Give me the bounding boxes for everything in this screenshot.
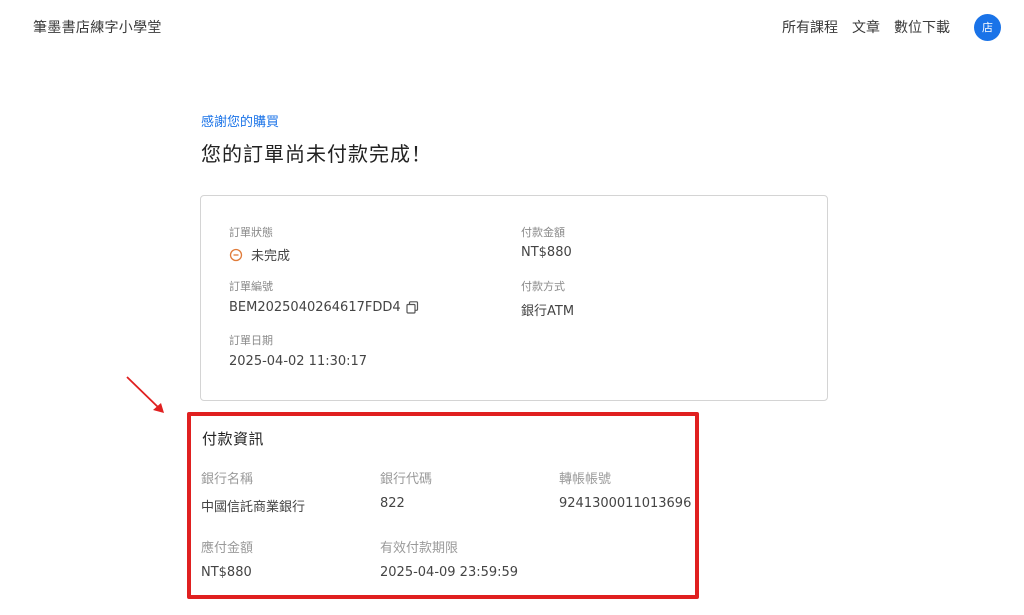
nav-digital-downloads[interactable]: 數位下載 xyxy=(894,17,950,37)
order-status-text: 未完成 xyxy=(251,249,291,264)
brand-logo-text[interactable]: 筆墨書店練字小學堂 xyxy=(33,17,162,37)
order-status-label: 訂單狀態 xyxy=(229,226,273,239)
due-amount-value: NT$880 xyxy=(201,565,252,580)
order-date-label: 訂單日期 xyxy=(229,334,273,347)
order-number-text: BEM2025040264617FDD4 xyxy=(229,300,401,315)
order-date-value: 2025-04-02 11:30:17 xyxy=(229,354,368,369)
order-number-label: 訂單編號 xyxy=(229,280,273,293)
order-summary-card xyxy=(200,195,828,401)
payment-amount-label: 付款金額 xyxy=(521,226,565,239)
due-amount-label: 應付金額 xyxy=(201,541,254,556)
account-number-value: 9241300011013696 xyxy=(559,496,692,511)
bank-code-value: 822 xyxy=(380,496,405,511)
payment-amount-value: NT$880 xyxy=(521,245,572,260)
bank-name-label: 銀行名稱 xyxy=(201,472,254,487)
minus-circle-icon xyxy=(229,248,243,261)
payment-deadline-label: 有效付款期限 xyxy=(380,541,459,556)
bank-name-value: 中國信託商業銀行 xyxy=(201,500,306,515)
copy-icon[interactable] xyxy=(406,301,419,314)
thanks-label: 感謝您的購買 xyxy=(201,115,280,130)
arrow-icon xyxy=(126,376,164,413)
payment-method-value: 銀行ATM xyxy=(521,304,575,319)
payment-info-title: 付款資訊 xyxy=(202,430,265,448)
order-status-value: 未完成 xyxy=(229,245,290,264)
avatar[interactable]: 店 xyxy=(974,13,1001,41)
nav-articles[interactable]: 文章 xyxy=(852,17,880,37)
top-nav: 所有課程 文章 數位下載 店 xyxy=(782,0,1024,54)
page-title: 您的訂單尚未付款完成！ xyxy=(201,142,432,166)
payment-method-label: 付款方式 xyxy=(521,280,565,293)
account-number-label: 轉帳帳號 xyxy=(559,472,612,487)
bank-code-label: 銀行代碼 xyxy=(380,472,433,487)
payment-deadline-value: 2025-04-09 23:59:59 xyxy=(380,565,519,580)
nav-all-courses[interactable]: 所有課程 xyxy=(782,17,838,37)
order-number-value: BEM2025040264617FDD4 xyxy=(229,300,419,315)
